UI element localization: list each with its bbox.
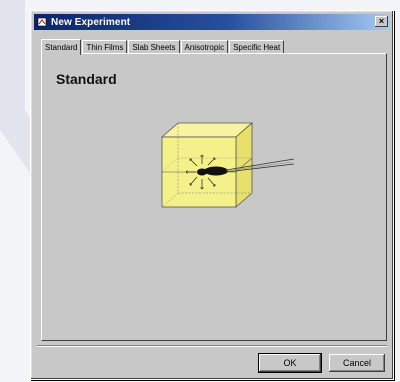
tab-anisotropic[interactable]: Anisotropic bbox=[180, 40, 229, 54]
window-title: New Experiment bbox=[51, 16, 131, 28]
app-icon bbox=[37, 17, 47, 27]
new-experiment-dialog: New Experiment × Standard Thin Films Sla… bbox=[30, 10, 394, 380]
ok-button[interactable]: OK bbox=[258, 353, 322, 373]
cancel-button[interactable]: Cancel bbox=[329, 354, 385, 372]
title-bar[interactable]: New Experiment × bbox=[34, 14, 390, 30]
tab-panel-standard: Standard bbox=[41, 53, 387, 341]
tab-slab-sheets[interactable]: Slab Sheets bbox=[128, 40, 180, 54]
panel-title: Standard bbox=[56, 71, 117, 87]
tab-strip: Standard Thin Films Slab Sheets Anisotro… bbox=[41, 38, 285, 55]
close-button[interactable]: × bbox=[375, 16, 388, 27]
tab-thin-films[interactable]: Thin Films bbox=[82, 40, 128, 54]
tab-standard[interactable]: Standard bbox=[41, 39, 82, 55]
footer-separator bbox=[37, 345, 387, 347]
cube-sample-with-probe-icon bbox=[160, 122, 295, 208]
tab-specific-heat[interactable]: Specific Heat bbox=[229, 40, 285, 54]
